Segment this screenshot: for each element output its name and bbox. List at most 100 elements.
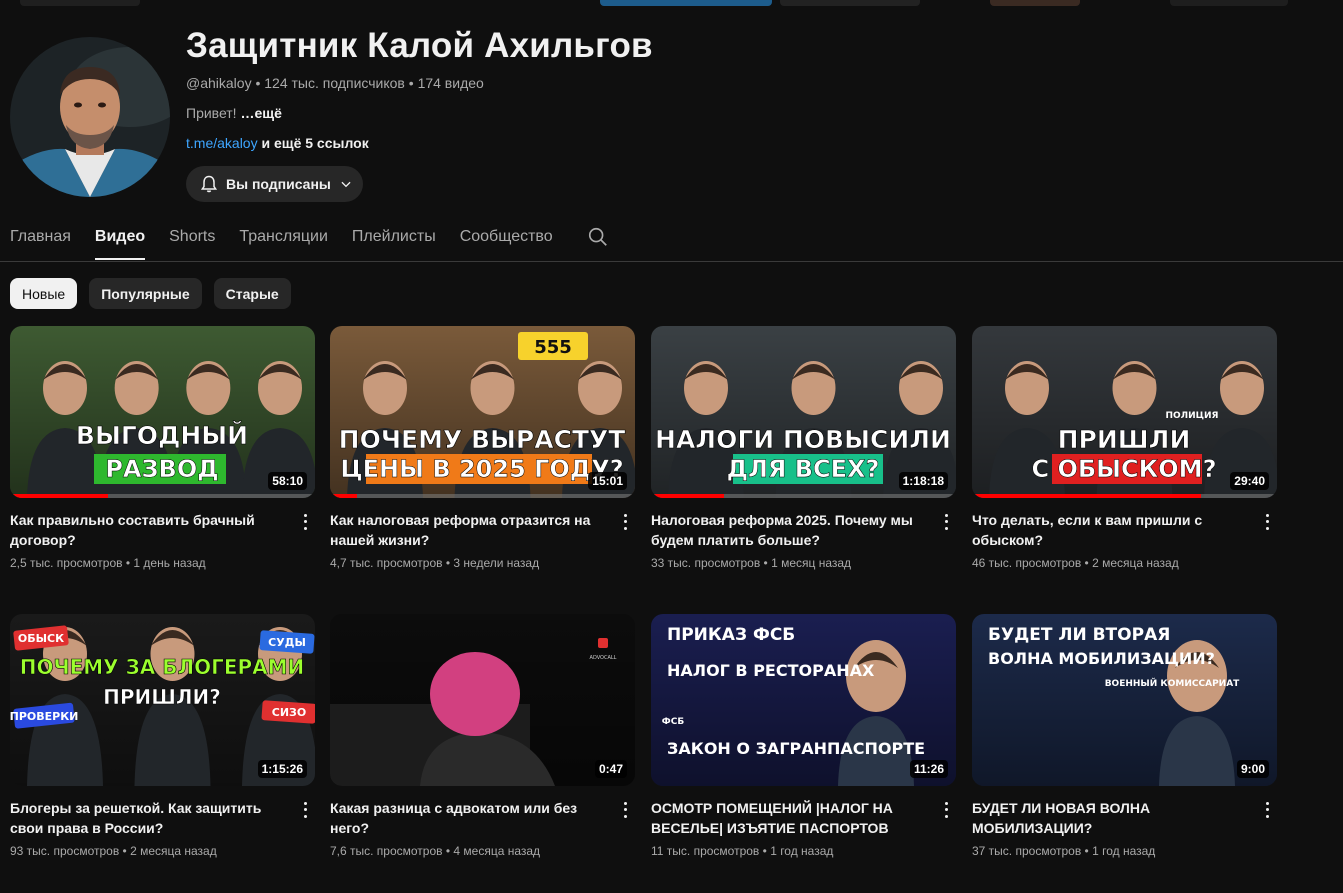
channel-avatar[interactable] (10, 37, 170, 197)
view-count: 2,5 тыс. просмотров (10, 556, 123, 570)
channel-description[interactable]: Привет! …ещё (186, 105, 282, 121)
video-duration: 11:26 (909, 760, 948, 778)
search-icon[interactable] (587, 226, 611, 250)
chip-popular[interactable]: Популярные (89, 278, 202, 309)
thumbnail-badge: ВОЕННЫЙ КОМИССАРИАТ (1105, 677, 1240, 689)
video-title[interactable]: БУДЕТ ЛИ НОВАЯ ВОЛНА МОБИЛИЗАЦИИ? (972, 798, 1244, 838)
meta-separator: • (122, 556, 134, 570)
video-duration: 1:18:18 (898, 472, 948, 490)
thumbnail-caption-line2: ЦЕНЫ В 2025 ГОДУ? (340, 455, 623, 483)
watch-progress (972, 494, 1277, 498)
video-card[interactable]: ПОЛИЦИЯ ПРИШЛИ С ОБЫСКОМ? 29:40 Что дела… (972, 326, 1277, 570)
tab-home[interactable]: Главная (10, 220, 71, 260)
video-title[interactable]: Налоговая реформа 2025. Почему мы будем … (651, 510, 923, 550)
description-more[interactable]: …ещё (237, 105, 281, 121)
more-vertical-icon[interactable] (618, 512, 632, 532)
video-duration: 1:15:26 (257, 760, 307, 778)
video-title[interactable]: Как правильно составить брачный договор? (10, 510, 282, 550)
thumbnail-caption-line2: ПРИШЛИ? (103, 685, 221, 709)
subscribe-label: Вы подписаны (226, 176, 331, 192)
more-vertical-icon[interactable] (618, 800, 632, 820)
video-title[interactable]: Как налоговая реформа отразится на нашей… (330, 510, 602, 550)
video-thumbnail[interactable]: НАЛОГИ ПОВЫСИЛИ ДЛЯ ВСЕХ? 1:18:18 (651, 326, 956, 498)
meta-separator: • (119, 844, 131, 858)
video-meta: 33 тыс. просмотров • 1 месяц назад (651, 556, 851, 570)
video-title[interactable]: Блогеры за решеткой. Как защитить свои п… (10, 798, 282, 838)
video-duration: 58:10 (268, 472, 307, 490)
more-vertical-icon[interactable] (939, 512, 953, 532)
video-thumbnail[interactable]: ВЫГОДНЫЙ РАЗВОД 58:10 (10, 326, 315, 498)
thumbnail-art: ВОЕННЫЙ КОМИССАРИАТ БУДЕТ ЛИ ВТОРАЯ ВОЛН… (972, 614, 1277, 786)
thumbnail-caption-line1: НАЛОГИ ПОВЫСИЛИ (655, 425, 951, 454)
meta-separator: • (251, 75, 265, 91)
more-vertical-icon[interactable] (939, 800, 953, 820)
meta-separator: • (442, 556, 454, 570)
video-meta: 4,7 тыс. просмотров • 3 недели назад (330, 556, 539, 570)
video-card[interactable]: ВОЕННЫЙ КОМИССАРИАТ БУДЕТ ЛИ ВТОРАЯ ВОЛН… (972, 614, 1277, 858)
upload-age: 1 год назад (1092, 844, 1156, 858)
thumbnail-art: ADVOCALL (330, 614, 635, 786)
video-duration: 9:00 (1236, 760, 1269, 778)
thumbnail-caption-line2: ВОЛНА МОБИЛИЗАЦИИ? (988, 649, 1215, 668)
video-thumbnail[interactable]: ВОЕННЫЙ КОМИССАРИАТ БУДЕТ ЛИ ВТОРАЯ ВОЛН… (972, 614, 1277, 786)
channel-meta: @ahikaloy • 124 тыс. подписчиков • 174 в… (186, 75, 484, 91)
video-card[interactable]: ОБЫСК СУДЫ ПРОВЕРКИ СИЗО ПОЧЕМУ ЗА БЛОГЕРАМ… (10, 614, 315, 858)
video-duration: 15:01 (588, 472, 627, 490)
video-title[interactable]: Какая разница с адвокатом или без него? (330, 798, 602, 838)
video-meta: 37 тыс. просмотров • 1 год назад (972, 844, 1155, 858)
video-thumbnail[interactable]: ОБЫСК СУДЫ ПРОВЕРКИ СИЗО ПОЧЕМУ ЗА БЛОГЕРАМ… (10, 614, 315, 786)
more-vertical-icon[interactable] (1260, 800, 1274, 820)
video-meta: 46 тыс. просмотров • 2 месяца назад (972, 556, 1179, 570)
upload-age: 2 месяца назад (1092, 556, 1179, 570)
video-title[interactable]: Что делать, если к вам пришли с обыском? (972, 510, 1244, 550)
subscriber-count: 124 тыс. подписчиков (264, 75, 405, 91)
video-thumbnail[interactable]: 555 ПОЧЕМУ ВЫРАСТУТ ЦЕНЫ В 2025 ГОДУ? 15… (330, 326, 635, 498)
video-meta: 2,5 тыс. просмотров • 1 день назад (10, 556, 206, 570)
meta-separator: • (1081, 556, 1093, 570)
thumbnail-badge: ПОЛИЦИЯ (1165, 411, 1218, 421)
chip-oldest[interactable]: Старые (213, 278, 291, 309)
more-vertical-icon[interactable] (1260, 512, 1274, 532)
thumbnail-tag: ПРОВЕРКИ (10, 710, 78, 723)
video-count: 174 видео (417, 75, 484, 91)
channel-link[interactable]: t.me/akaloy (186, 135, 258, 151)
video-thumbnail[interactable]: ФСБ ПРИКАЗ ФСБ НАЛОГ В РЕСТОРАНАХ ЗАКОН … (651, 614, 956, 786)
tab-shorts[interactable]: Shorts (169, 220, 215, 260)
video-card[interactable]: ADVOCALL 0:47 Какая разница с адвокатом … (330, 614, 635, 858)
chip-newest[interactable]: Новые (10, 278, 78, 309)
channel-links: t.me/akaloy и ещё 5 ссылок (186, 135, 369, 151)
view-count: 33 тыс. просмотров (651, 556, 761, 570)
video-duration: 29:40 (1230, 472, 1269, 490)
more-vertical-icon[interactable] (298, 800, 312, 820)
thumbnail-caption-line2: С ОБЫСКОМ? (1032, 455, 1217, 483)
thumbnail-caption-line1: ПОЧЕМУ ЗА БЛОГЕРАМИ (20, 655, 305, 679)
more-vertical-icon[interactable] (298, 512, 312, 532)
thumbnail-tag: СИЗО (272, 706, 306, 719)
tab-playlists[interactable]: Плейлисты (352, 220, 436, 260)
subscribe-button[interactable]: Вы подписаны (186, 166, 363, 202)
tab-videos[interactable]: Видео (94, 220, 146, 260)
watch-progress (330, 494, 635, 498)
tab-community[interactable]: Сообщество (460, 220, 553, 260)
video-card[interactable]: ВЫГОДНЫЙ РАЗВОД 58:10 Как правильно сост… (10, 326, 315, 570)
channel-name: Защитник Калой Ахильгов (186, 26, 653, 65)
channel-banner (0, 0, 1343, 6)
video-thumbnail[interactable]: ADVOCALL 0:47 (330, 614, 635, 786)
video-card[interactable]: НАЛОГИ ПОВЫСИЛИ ДЛЯ ВСЕХ? 1:18:18 Налого… (651, 326, 956, 570)
thumbnail-caption-line3: ЗАКОН О ЗАГРАНПАСПОРТЕ (667, 739, 925, 758)
thumbnail-caption-line2: НАЛОГ В РЕСТОРАНАХ (667, 661, 875, 680)
upload-age: 2 месяца назад (130, 844, 217, 858)
more-links[interactable]: и ещё 5 ссылок (258, 135, 368, 151)
thumbnail-tag: ОБЫСК (18, 632, 64, 645)
video-meta: 7,6 тыс. просмотров • 4 месяца назад (330, 844, 540, 858)
channel-handle: @ahikaloy (186, 75, 252, 91)
sort-chips: Новые Популярные Старые (10, 278, 303, 309)
upload-age: 4 месяца назад (453, 844, 541, 858)
video-title[interactable]: ОСМОТР ПОМЕЩЕНИЙ |НАЛОГ НА ВЕСЕЛЬЕ| ИЗЪЯ… (651, 798, 923, 838)
video-card[interactable]: 555 ПОЧЕМУ ВЫРАСТУТ ЦЕНЫ В 2025 ГОДУ? 15… (330, 326, 635, 570)
thumbnail-caption-line2: ДЛЯ ВСЕХ? (727, 455, 880, 483)
video-card[interactable]: ФСБ ПРИКАЗ ФСБ НАЛОГ В РЕСТОРАНАХ ЗАКОН … (651, 614, 956, 858)
video-thumbnail[interactable]: ПОЛИЦИЯ ПРИШЛИ С ОБЫСКОМ? 29:40 (972, 326, 1277, 498)
upload-age: 1 месяц назад (771, 556, 852, 570)
tab-live[interactable]: Трансляции (239, 220, 328, 260)
